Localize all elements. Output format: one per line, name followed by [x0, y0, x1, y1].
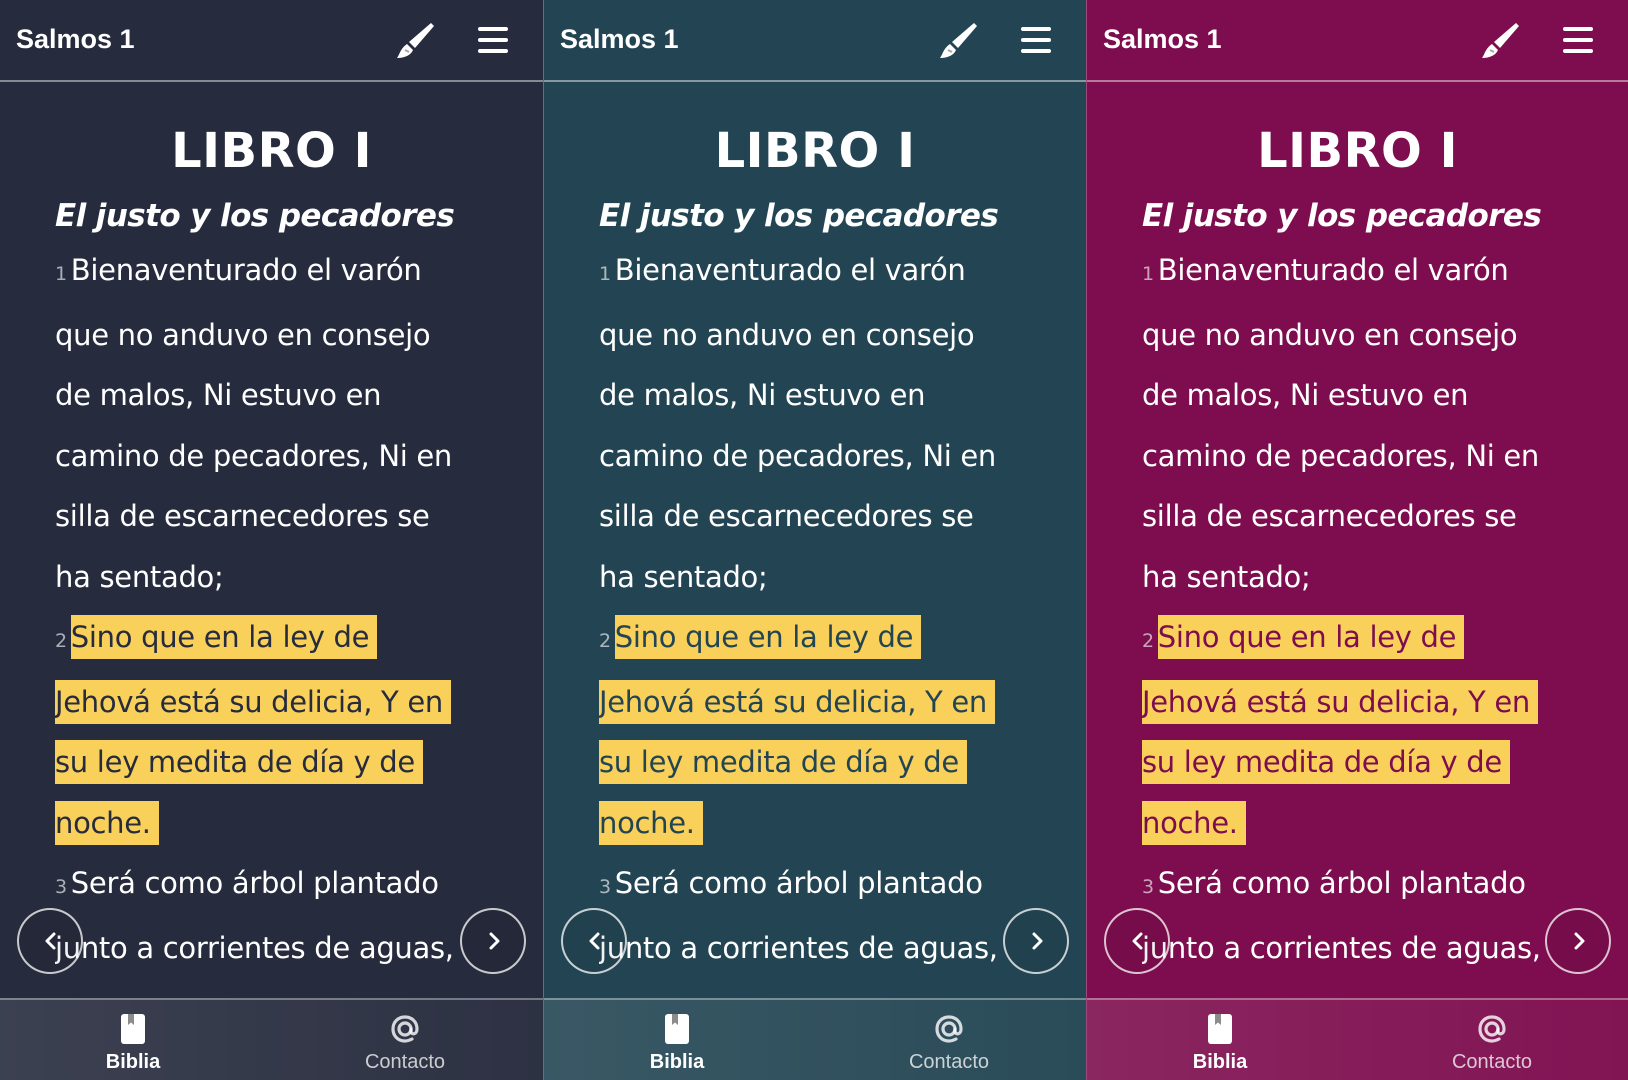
theme-brush-icon[interactable] [393, 20, 435, 62]
chevron-right-icon [1574, 932, 1585, 950]
verse-text: Será como árbol plantado junto a corrien… [55, 866, 454, 965]
verse-number: 1 [1142, 263, 1154, 285]
reader-panel-dark-navy: Salmos 1 LIBRO I El justo y los pecadore… [0, 0, 543, 1080]
theme-comparison: Salmos 1 LIBRO I El justo y los pecadore… [0, 0, 1628, 1080]
hamburger-menu-icon[interactable] [1562, 24, 1594, 56]
reader-panel-magenta: Salmos 1 LIBRO I El justo y los pecadore… [1086, 0, 1628, 1080]
chevron-right-icon [489, 932, 500, 950]
book-icon [617, 1012, 737, 1046]
section-heading: El justo y los pecadores [599, 198, 999, 234]
chapter-title[interactable]: Salmos 1 [1103, 24, 1222, 55]
chapter-content[interactable]: LIBRO I El justo y los pecadores 1 Bienav… [599, 82, 1066, 998]
chapter-title[interactable]: Salmos 1 [560, 24, 679, 55]
verse-2-highlighted[interactable]: 2 Sino que en la ley de Jehová está su de… [599, 607, 1004, 853]
verse-number: 2 [1142, 630, 1154, 652]
tab-label: Contacto [908, 1051, 990, 1073]
chevron-right-icon [1032, 932, 1043, 950]
chapter-content[interactable]: LIBRO I El justo y los pecadores 1 Bienav… [55, 82, 523, 998]
verse-number: 2 [599, 630, 611, 652]
verse-3[interactable]: 3 Será como árbol plantado junto a corrie… [55, 853, 460, 978]
tab-biblia[interactable]: Biblia [617, 1012, 737, 1074]
book-heading: LIBRO I [1257, 123, 1458, 179]
verse-text-highlighted: Sino que en la ley de Jehová está su del… [55, 615, 452, 845]
tab-contacto[interactable]: Contacto [1432, 1012, 1552, 1074]
section-heading: El justo y los pecadores [1142, 198, 1542, 234]
tab-label: Biblia [105, 1051, 161, 1073]
verse-number: 1 [599, 263, 611, 285]
next-chapter-button[interactable] [460, 908, 526, 974]
theme-brush-icon[interactable] [936, 20, 978, 62]
book-heading: LIBRO I [714, 123, 916, 179]
tab-biblia[interactable]: Biblia [1160, 1012, 1280, 1074]
previous-chapter-button[interactable] [1104, 908, 1170, 974]
next-chapter-button[interactable] [1003, 908, 1069, 974]
verse-text: Será como árbol plantado junto a corrien… [599, 866, 998, 965]
previous-chapter-button[interactable] [561, 908, 627, 974]
book-heading: LIBRO I [171, 123, 372, 179]
tab-contacto[interactable]: Contacto [345, 1012, 465, 1074]
verse-3[interactable]: 3 Será como árbol plantado junto a corrie… [599, 853, 1004, 978]
tab-label: Biblia [1192, 1051, 1248, 1073]
top-app-bar: Salmos 1 [0, 0, 543, 82]
tab-biblia[interactable]: Biblia [73, 1012, 193, 1074]
reader-panel-dark-teal: Salmos 1 LIBRO I El justo y los pecadore… [543, 0, 1086, 1080]
bottom-navigation: Biblia Contacto [1087, 998, 1628, 1080]
verse-2-highlighted[interactable]: 2 Sino que en la ley de Jehová está su de… [1142, 607, 1547, 853]
hamburger-menu-icon[interactable] [477, 24, 509, 56]
verse-text: Bienaventurado el varón que no anduvo en… [1142, 253, 1540, 594]
book-icon [1160, 1012, 1280, 1046]
bottom-navigation: Biblia Contacto [544, 998, 1086, 1080]
tab-label: Contacto [1451, 1051, 1533, 1073]
book-icon [73, 1012, 193, 1046]
chevron-left-icon [589, 932, 600, 950]
section-heading: El justo y los pecadores [55, 198, 455, 234]
verse-number: 3 [55, 876, 67, 898]
verse-3[interactable]: 3 Será como árbol plantado junto a corrie… [1142, 853, 1547, 978]
bottom-navigation: Biblia Contacto [0, 998, 543, 1080]
next-chapter-button[interactable] [1545, 908, 1611, 974]
tab-label: Biblia [649, 1051, 705, 1073]
verse-text-highlighted: Sino que en la ley de Jehová está su del… [599, 615, 996, 845]
chevron-left-icon [45, 932, 56, 950]
verse-text-highlighted: Sino que en la ley de Jehová está su del… [1142, 615, 1539, 845]
tab-label: Contacto [364, 1051, 446, 1073]
top-app-bar: Salmos 1 [1087, 0, 1628, 82]
verse-text: Bienaventurado el varón que no anduvo en… [55, 253, 453, 594]
theme-brush-icon[interactable] [1478, 20, 1520, 62]
verse-number: 3 [599, 876, 611, 898]
at-sign-icon [889, 1012, 1009, 1046]
verse-number: 2 [55, 630, 67, 652]
chapter-title[interactable]: Salmos 1 [16, 24, 135, 55]
verse-text: Será como árbol plantado junto a corrien… [1142, 866, 1541, 965]
verse-number: 1 [55, 263, 67, 285]
chevron-left-icon [1132, 932, 1143, 950]
verse-1[interactable]: 1 Bienaventurado el varón que no anduvo e… [599, 240, 1004, 607]
tab-contacto[interactable]: Contacto [889, 1012, 1009, 1074]
hamburger-menu-icon[interactable] [1020, 24, 1052, 56]
previous-chapter-button[interactable] [17, 908, 83, 974]
verse-2-highlighted[interactable]: 2 Sino que en la ley de Jehová está su de… [55, 607, 460, 853]
verse-number: 3 [1142, 876, 1154, 898]
verse-1[interactable]: 1 Bienaventurado el varón que no anduvo e… [1142, 240, 1547, 607]
chapter-content[interactable]: LIBRO I El justo y los pecadores 1 Bienav… [1142, 82, 1608, 998]
at-sign-icon [1432, 1012, 1552, 1046]
at-sign-icon [345, 1012, 465, 1046]
verse-text: Bienaventurado el varón que no anduvo en… [599, 253, 997, 594]
verse-1[interactable]: 1 Bienaventurado el varón que no anduvo e… [55, 240, 460, 607]
top-app-bar: Salmos 1 [544, 0, 1086, 82]
